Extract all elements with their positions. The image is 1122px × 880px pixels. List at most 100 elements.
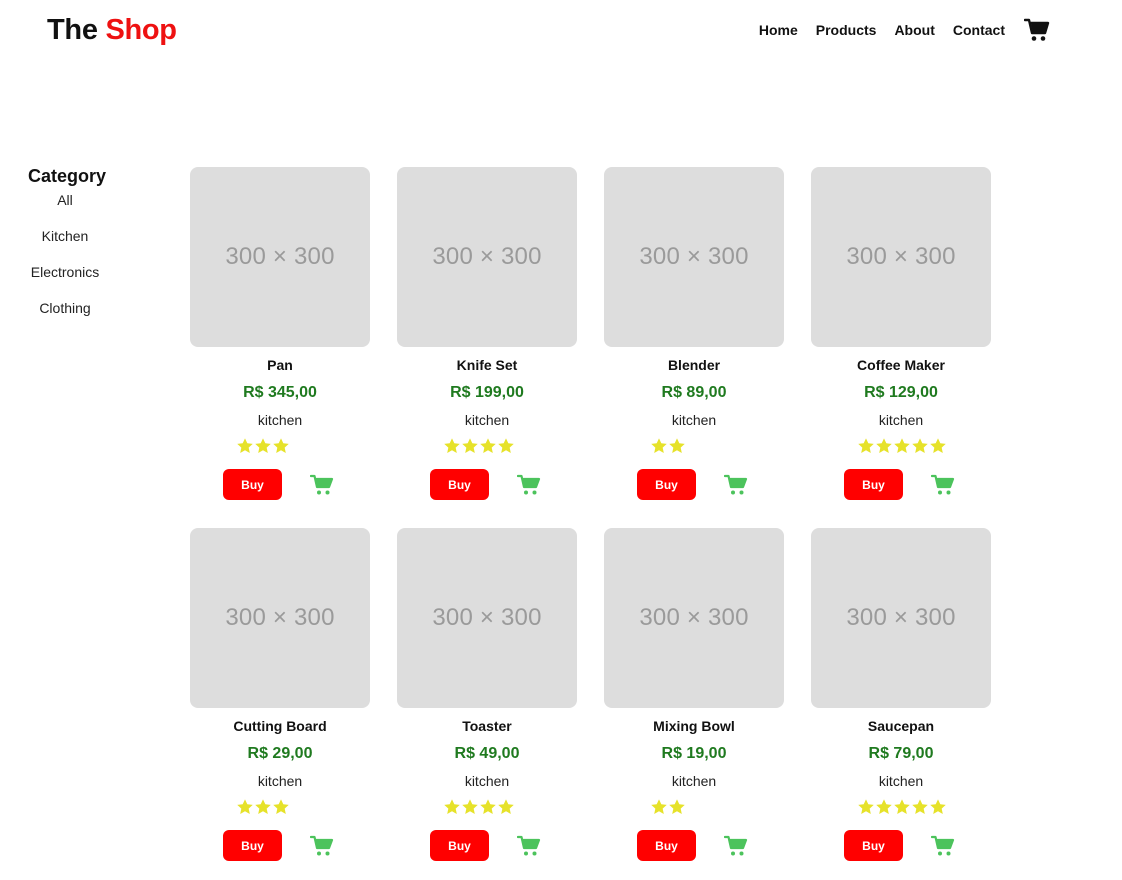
product-card: 300 × 300 Pan R$ 345,00 kitchen Buy (190, 167, 370, 528)
product-category: kitchen (464, 773, 510, 789)
nav-link-about[interactable]: About (894, 22, 934, 38)
category-item-all[interactable]: All (28, 192, 102, 228)
product-image-placeholder[interactable]: 300 × 300 (604, 167, 784, 347)
product-name: Cutting Board (233, 718, 327, 734)
product-name: Pan (267, 357, 293, 373)
star-icon (929, 437, 947, 455)
product-rating (236, 437, 290, 457)
star-icon (461, 798, 479, 816)
product-actions: Buy (844, 830, 955, 861)
add-to-cart-icon[interactable] (930, 835, 955, 857)
buy-button[interactable]: Buy (637, 830, 696, 861)
buy-button[interactable]: Buy (430, 830, 489, 861)
add-to-cart-icon[interactable] (516, 835, 541, 857)
buy-button[interactable]: Buy (844, 830, 903, 861)
add-to-cart-icon[interactable] (309, 835, 334, 857)
product-category: kitchen (671, 773, 717, 789)
product-actions: Buy (637, 830, 748, 861)
product-image-placeholder[interactable]: 300 × 300 (811, 528, 991, 708)
star-icon (236, 437, 254, 455)
star-icon (668, 437, 686, 455)
star-icon (272, 798, 290, 816)
star-icon (857, 437, 875, 455)
product-name: Coffee Maker (857, 357, 945, 373)
star-icon (254, 798, 272, 816)
category-item-clothing[interactable]: Clothing (28, 300, 102, 336)
star-icon (461, 437, 479, 455)
category-item-kitchen[interactable]: Kitchen (28, 228, 102, 264)
logo-text-shop: Shop (105, 14, 177, 46)
product-price: R$ 199,00 (450, 384, 524, 401)
add-to-cart-icon[interactable] (516, 474, 541, 496)
category-sidebar: Category All Kitchen Electronics Clothin… (28, 166, 107, 336)
product-name: Toaster (462, 718, 512, 734)
product-grid: 300 × 300 Pan R$ 345,00 kitchen Buy 300 × 300… (190, 167, 991, 880)
shopping-cart-icon[interactable] (1023, 17, 1050, 43)
nav-link-products[interactable]: Products (816, 22, 877, 38)
product-rating (857, 437, 947, 457)
product-actions: Buy (430, 469, 541, 500)
category-heading: Category (28, 166, 107, 186)
star-icon (911, 437, 929, 455)
product-category: kitchen (257, 412, 303, 428)
buy-button[interactable]: Buy (637, 469, 696, 500)
add-to-cart-icon[interactable] (930, 474, 955, 496)
star-icon (650, 798, 668, 816)
category-list: All Kitchen Electronics Clothing (28, 192, 102, 336)
product-category: kitchen (464, 412, 510, 428)
product-actions: Buy (844, 469, 955, 500)
product-card: 300 × 300 Cutting Board R$ 29,00 kitchen Buy (190, 528, 370, 880)
product-rating (443, 798, 515, 818)
product-card: 300 × 300 Saucepan R$ 79,00 kitchen Buy (811, 528, 991, 880)
add-to-cart-icon[interactable] (309, 474, 334, 496)
buy-button[interactable]: Buy (223, 469, 282, 500)
shop-logo[interactable]: The Shop (47, 14, 177, 47)
product-image-placeholder[interactable]: 300 × 300 (811, 167, 991, 347)
nav-link-contact[interactable]: Contact (953, 22, 1005, 38)
product-category: kitchen (671, 412, 717, 428)
product-actions: Buy (223, 830, 334, 861)
product-image-placeholder[interactable]: 300 × 300 (397, 167, 577, 347)
star-icon (929, 798, 947, 816)
product-card: 300 × 300 Toaster R$ 49,00 kitchen Buy (397, 528, 577, 880)
star-icon (236, 798, 254, 816)
product-image-placeholder[interactable]: 300 × 300 (190, 167, 370, 347)
star-icon (893, 437, 911, 455)
star-icon (443, 798, 461, 816)
nav-link-home[interactable]: Home (759, 22, 798, 38)
star-icon (254, 437, 272, 455)
main-nav: Home Products About Contact (741, 17, 1050, 43)
product-image-placeholder[interactable]: 300 × 300 (397, 528, 577, 708)
product-price: R$ 79,00 (868, 745, 934, 762)
star-icon (857, 798, 875, 816)
product-rating (443, 437, 515, 457)
product-category: kitchen (257, 773, 303, 789)
logo-text-the: The (47, 14, 98, 46)
product-price: R$ 89,00 (661, 384, 727, 401)
star-icon (911, 798, 929, 816)
product-card: 300 × 300 Coffee Maker R$ 129,00 kitchen Buy (811, 167, 991, 528)
product-rating (650, 437, 686, 457)
product-name: Knife Set (456, 357, 518, 373)
product-name: Blender (667, 357, 721, 373)
add-to-cart-icon[interactable] (723, 474, 748, 496)
star-icon (479, 437, 497, 455)
product-actions: Buy (430, 830, 541, 861)
product-card: 300 × 300 Knife Set R$ 199,00 kitchen Buy (397, 167, 577, 528)
product-image-placeholder[interactable]: 300 × 300 (190, 528, 370, 708)
buy-button[interactable]: Buy (430, 469, 489, 500)
star-icon (443, 437, 461, 455)
buy-button[interactable]: Buy (223, 830, 282, 861)
star-icon (668, 798, 686, 816)
product-price: R$ 129,00 (864, 384, 938, 401)
star-icon (497, 437, 515, 455)
product-card: 300 × 300 Blender R$ 89,00 kitchen Buy (604, 167, 784, 528)
buy-button[interactable]: Buy (844, 469, 903, 500)
category-item-electronics[interactable]: Electronics (28, 264, 102, 300)
product-image-placeholder[interactable]: 300 × 300 (604, 528, 784, 708)
add-to-cart-icon[interactable] (723, 835, 748, 857)
product-rating (857, 798, 947, 818)
product-rating (236, 798, 290, 818)
product-category: kitchen (878, 773, 924, 789)
star-icon (497, 798, 515, 816)
